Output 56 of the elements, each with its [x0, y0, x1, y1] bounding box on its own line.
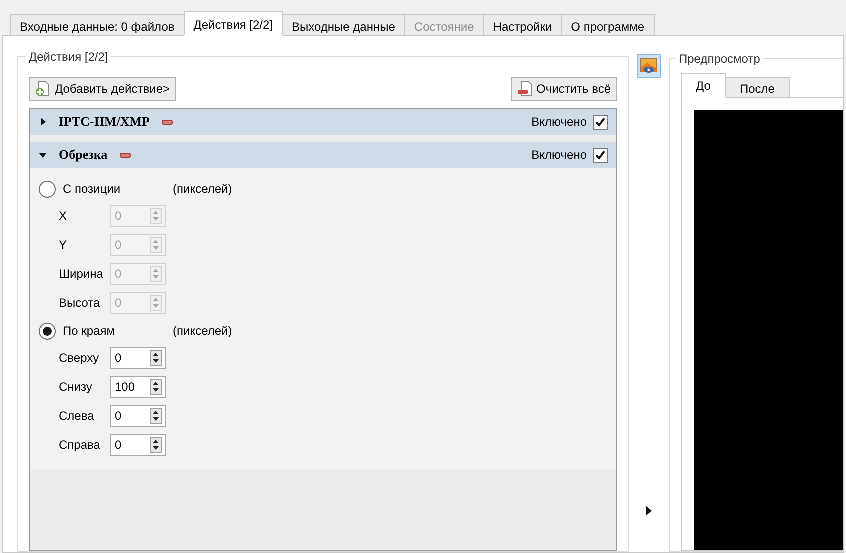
action-header[interactable]: Обрезка Включено	[30, 142, 616, 168]
field-value: 0	[114, 208, 123, 225]
unit-label: (пикселей)	[173, 181, 232, 198]
enabled-label: Включено	[532, 114, 587, 131]
remove-document-icon	[516, 81, 533, 97]
tab[interactable]: Входные данные: 0 файлов	[10, 14, 185, 36]
number-field[interactable]: 0	[110, 434, 166, 456]
field-value: 0	[114, 437, 123, 454]
tab[interactable]: Выходные данные	[282, 14, 406, 36]
unit-label: (пикселей)	[173, 323, 232, 340]
field-value: 0	[114, 266, 123, 283]
radio-label: С позиции	[63, 181, 122, 198]
remove-icon[interactable]	[162, 120, 173, 124]
spin-arrows-icon[interactable]	[150, 379, 162, 395]
field-label: Снизу	[59, 379, 94, 396]
field-label: X	[59, 208, 68, 225]
tab[interactable]: До	[681, 73, 726, 98]
checkbox[interactable]	[593, 148, 608, 162]
tab[interactable]: О программе	[561, 14, 655, 36]
preview-toggle-button[interactable]	[637, 54, 661, 78]
spin-arrows-icon[interactable]	[150, 408, 162, 424]
field-label: Y	[59, 237, 68, 254]
field-value: 100	[114, 379, 136, 396]
expand-arrow-icon[interactable]	[38, 117, 48, 127]
image-eye-icon	[640, 58, 658, 74]
radio-label: По краям	[63, 323, 116, 340]
tab[interactable]: После	[724, 77, 790, 98]
remove-icon[interactable]	[120, 152, 131, 158]
spin-arrows-icon[interactable]	[150, 437, 162, 453]
tab[interactable]: Действия [2/2]	[184, 11, 284, 36]
action-title: Обрезка	[59, 146, 108, 164]
field-label: Справа	[59, 437, 102, 454]
radio-button[interactable]	[39, 322, 56, 340]
field-label: Высота	[59, 295, 102, 312]
number-field[interactable]: 0	[110, 405, 166, 427]
expand-arrow-icon[interactable]	[646, 506, 652, 516]
field-value: 0	[114, 295, 123, 312]
enabled-label: Включено	[532, 147, 587, 164]
number-field[interactable]: 0	[110, 347, 166, 369]
radio-button[interactable]	[39, 180, 56, 198]
collapse-arrow-icon[interactable]	[38, 150, 48, 160]
field-value: 0	[114, 350, 123, 367]
field-label: Слева	[59, 408, 96, 425]
add-document-icon	[35, 81, 51, 97]
tab[interactable]: Настройки	[483, 14, 562, 36]
checkbox[interactable]	[593, 114, 608, 130]
number-field[interactable]: 100	[110, 376, 166, 398]
action-header[interactable]: IPTC-IIM/XMP Включено	[30, 109, 616, 135]
field-label: Ширина	[59, 266, 104, 283]
spin-arrows-icon[interactable]	[150, 350, 162, 366]
action-title: IPTC-IIM/XMP	[59, 113, 150, 132]
field-value: 0	[114, 408, 123, 425]
add-action-button[interactable]: Добавить действие>	[29, 77, 176, 101]
clear-all-button[interactable]: Очистить всё	[510, 77, 617, 101]
field-label: Сверху	[59, 350, 100, 367]
field-value: 0	[114, 237, 123, 254]
